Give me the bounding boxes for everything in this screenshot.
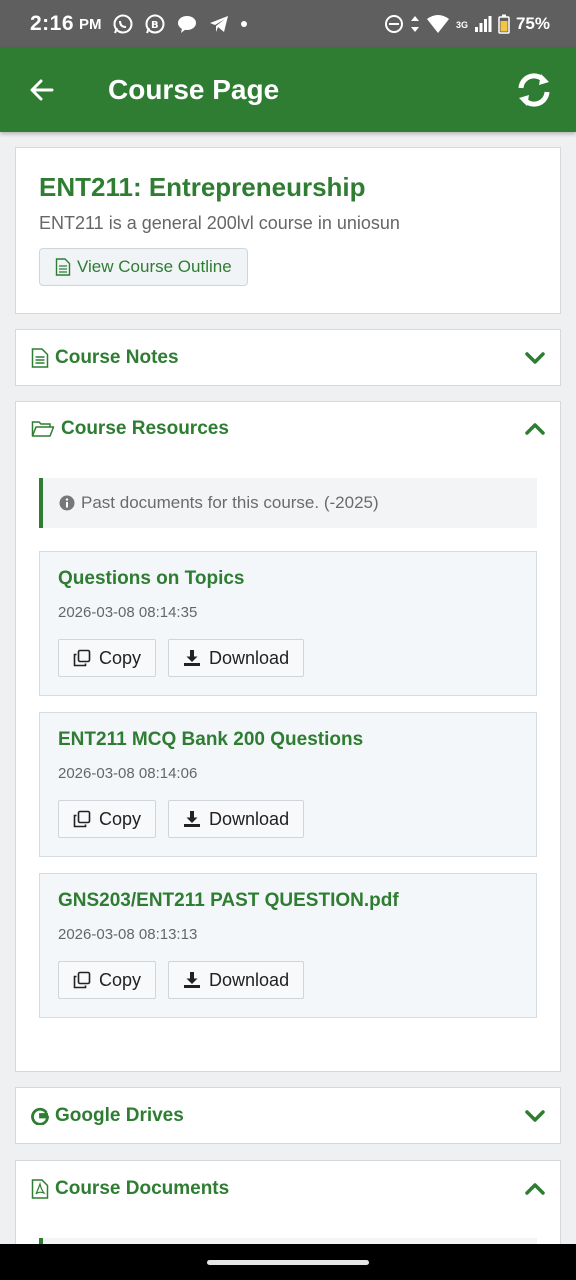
course-notes-label: Course Notes (55, 346, 179, 368)
file-pdf-icon (31, 1178, 49, 1199)
wifi-icon (426, 14, 450, 34)
dot-icon (240, 20, 248, 28)
system-nav-bar (0, 1244, 576, 1280)
download-icon (184, 811, 201, 827)
copy-button[interactable]: Copy (58, 961, 157, 999)
course-content: ENT211: Entrepreneurship ENT211 is a gen… (15, 147, 561, 1280)
download-button[interactable]: Download (168, 639, 305, 677)
resource-date: 2026-03-08 08:14:35 (58, 604, 198, 621)
copy-button[interactable]: Copy (58, 639, 157, 677)
course-notes-header[interactable]: Course Notes (16, 330, 560, 385)
course-resources-header[interactable]: Course Resources (16, 402, 560, 456)
course-resources-section: Course Resources Past documents for this… (15, 401, 561, 1072)
copy-label: Copy (99, 808, 142, 829)
status-bar: 2:16 PM B 3G 75% (0, 0, 576, 48)
refresh-button[interactable] (492, 48, 576, 132)
whatsapp-business-icon: B (144, 13, 166, 35)
file-text-icon (31, 347, 49, 368)
back-button[interactable] (0, 48, 84, 132)
file-text-icon (55, 258, 71, 276)
download-label: Download (209, 647, 290, 668)
resource-title[interactable]: Questions on Topics (58, 568, 518, 590)
info-circle-icon (59, 495, 75, 511)
resource-item: ENT211 MCQ Bank 200 Questions 2026-03-08… (39, 712, 537, 857)
svg-text:B: B (151, 20, 159, 31)
view-outline-button[interactable]: View Course Outline (39, 248, 248, 286)
course-description: ENT211 is a general 200lvl course in uni… (39, 213, 400, 233)
course-header-card: ENT211: Entrepreneurship ENT211 is a gen… (15, 147, 561, 314)
google-icon (31, 1107, 49, 1125)
chevron-down-icon (525, 1109, 545, 1123)
data-arrows-icon (410, 14, 420, 34)
folder-open-icon (31, 421, 55, 437)
resource-item: GNS203/ENT211 PAST QUESTION.pdf 2026-03-… (39, 873, 537, 1018)
course-resources-label: Course Resources (61, 418, 229, 439)
signal-icon (474, 15, 492, 33)
page-title: Course Page (108, 74, 280, 105)
download-label: Download (209, 808, 290, 829)
copy-icon (73, 971, 91, 989)
home-gesture-handle[interactable] (207, 1259, 369, 1265)
dnd-icon (384, 14, 404, 34)
download-button[interactable]: Download (168, 961, 305, 999)
google-drives-header[interactable]: Google Drives (16, 1088, 560, 1143)
chevron-up-icon (525, 1182, 545, 1196)
refresh-icon (518, 73, 550, 107)
copy-icon (73, 810, 91, 828)
chat-bubble-icon (176, 13, 198, 35)
course-documents-label: Course Documents (55, 1177, 230, 1199)
download-label: Download (209, 969, 290, 990)
copy-button[interactable]: Copy (58, 800, 157, 838)
telegram-icon (208, 13, 230, 35)
resource-item: Questions on Topics 2026-03-08 08:14:35 … (39, 551, 537, 696)
whatsapp-icon (112, 13, 134, 35)
battery-percent: 75% (515, 14, 550, 33)
chevron-down-icon (525, 351, 545, 365)
copy-label: Copy (99, 647, 142, 668)
resources-info-text: Past documents for this course. (-2025) (81, 493, 379, 512)
course-title: ENT211: Entrepreneurship (39, 172, 366, 202)
google-drives-section: Google Drives (15, 1087, 561, 1144)
resource-date: 2026-03-08 08:13:13 (58, 926, 198, 943)
course-documents-header[interactable]: Course Documents (16, 1161, 560, 1216)
arrow-left-icon (30, 79, 54, 101)
download-button[interactable]: Download (168, 800, 305, 838)
battery-icon (498, 14, 510, 34)
copy-icon (73, 649, 91, 667)
view-outline-label: View Course Outline (77, 257, 232, 276)
copy-label: Copy (99, 969, 142, 990)
resource-title[interactable]: GNS203/ENT211 PAST QUESTION.pdf (58, 890, 518, 912)
status-time: 2:16 (30, 12, 75, 35)
resource-date: 2026-03-08 08:14:06 (58, 765, 198, 782)
resources-info-box: Past documents for this course. (-2025) (39, 478, 537, 528)
status-ampm: PM (79, 15, 102, 33)
chevron-up-icon (525, 422, 545, 436)
app-bar: Course Page (0, 48, 576, 132)
google-drives-label: Google Drives (55, 1104, 184, 1126)
network-type: 3G (455, 20, 468, 30)
course-notes-section: Course Notes (15, 329, 561, 386)
resource-title[interactable]: ENT211 MCQ Bank 200 Questions (58, 729, 518, 751)
download-icon (184, 972, 201, 988)
download-icon (184, 650, 201, 666)
